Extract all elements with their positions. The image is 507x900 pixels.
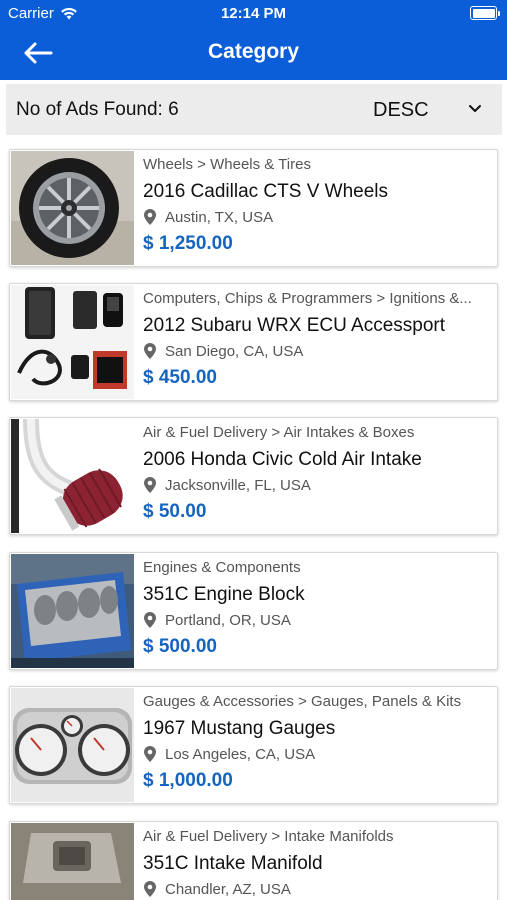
ad-location-text: San Diego, CA, USA [165, 342, 304, 360]
ad-card[interactable]: Air & Fuel Delivery > Air Intakes & Boxe… [9, 417, 498, 535]
location-pin-icon [144, 209, 156, 225]
filter-bar: No of Ads Found: 6 DESC [6, 84, 502, 135]
location-pin-icon [144, 477, 156, 493]
location-pin-icon [144, 612, 156, 628]
ad-title: 2016 Cadillac CTS V Wheels [143, 181, 388, 202]
ad-thumbnail-engine-block [11, 554, 134, 668]
sort-order-select[interactable]: DESC [368, 92, 498, 128]
ad-location: Austin, TX, USA [143, 208, 273, 226]
ad-card[interactable]: Air & Fuel Delivery > Intake Manifolds 3… [9, 821, 498, 900]
ad-title: 1967 Mustang Gauges [143, 718, 336, 739]
ad-category: Air & Fuel Delivery > Air Intakes & Boxe… [143, 424, 415, 441]
ad-category: Wheels > Wheels & Tires [143, 156, 311, 173]
ad-title: 351C Engine Block [143, 584, 305, 605]
nav-bar: Category [0, 27, 507, 80]
ad-card[interactable]: Gauges & Accessories > Gauges, Panels & … [9, 686, 498, 804]
ad-location-text: Austin, TX, USA [165, 208, 274, 226]
location-pin-icon [144, 746, 156, 762]
ad-price: $ 450.00 [143, 367, 217, 388]
ad-category: Computers, Chips & Programmers > Ignitio… [143, 290, 472, 307]
battery-icon [470, 6, 500, 20]
ad-price: $ 1,000.00 [143, 770, 233, 791]
location-pin-icon [144, 343, 156, 359]
ad-price: $ 1,250.00 [143, 233, 233, 254]
location-pin-icon [144, 881, 156, 897]
ad-category: Engines & Components [143, 559, 301, 576]
ad-location-text: Los Angeles, CA, USA [165, 745, 316, 763]
status-time: 12:14 PM [220, 5, 287, 22]
ad-title: 2012 Subaru WRX ECU Accessport [143, 315, 446, 336]
ad-location-text: Portland, OR, USA [165, 611, 291, 629]
status-bar: Carrier 12:14 PM [0, 0, 507, 27]
ad-location-text: Jacksonville, FL, USA [165, 476, 311, 494]
page-title: Category [207, 40, 300, 63]
ad-category: Gauges & Accessories > Gauges, Panels & … [143, 693, 462, 710]
ad-price: $ 50.00 [143, 501, 207, 522]
ad-location-text: Chandler, AZ, USA [165, 880, 291, 898]
ad-location: Chandler, AZ, USA [143, 880, 291, 898]
chevron-down-icon [469, 105, 481, 112]
ad-category: Air & Fuel Delivery > Intake Manifolds [143, 828, 394, 845]
ad-price: $ 500.00 [143, 636, 217, 657]
ad-thumbnail-intake-manifold [11, 823, 134, 900]
ad-location: Jacksonville, FL, USA [143, 476, 311, 494]
ad-location: San Diego, CA, USA [143, 342, 303, 360]
ad-title: 351C Intake Manifold [143, 853, 323, 874]
ad-location: Los Angeles, CA, USA [143, 745, 315, 763]
ad-thumbnail-ecu-kit [11, 285, 134, 399]
ads-count-label: No of Ads Found: 6 [16, 99, 179, 120]
ad-location: Portland, OR, USA [143, 611, 291, 629]
ad-thumbnail-wheel [11, 151, 134, 265]
ad-title: 2006 Honda Civic Cold Air Intake [143, 449, 422, 470]
ad-thumbnail-gauges [11, 688, 134, 802]
sort-order-value: DESC [373, 99, 429, 121]
ad-card[interactable]: Engines & Components 351C Engine Block P… [9, 552, 498, 670]
ad-card[interactable]: Wheels > Wheels & Tires 2016 Cadillac CT… [9, 149, 498, 267]
ad-thumbnail-air-intake [11, 419, 134, 533]
ad-card[interactable]: Computers, Chips & Programmers > Ignitio… [9, 283, 498, 401]
